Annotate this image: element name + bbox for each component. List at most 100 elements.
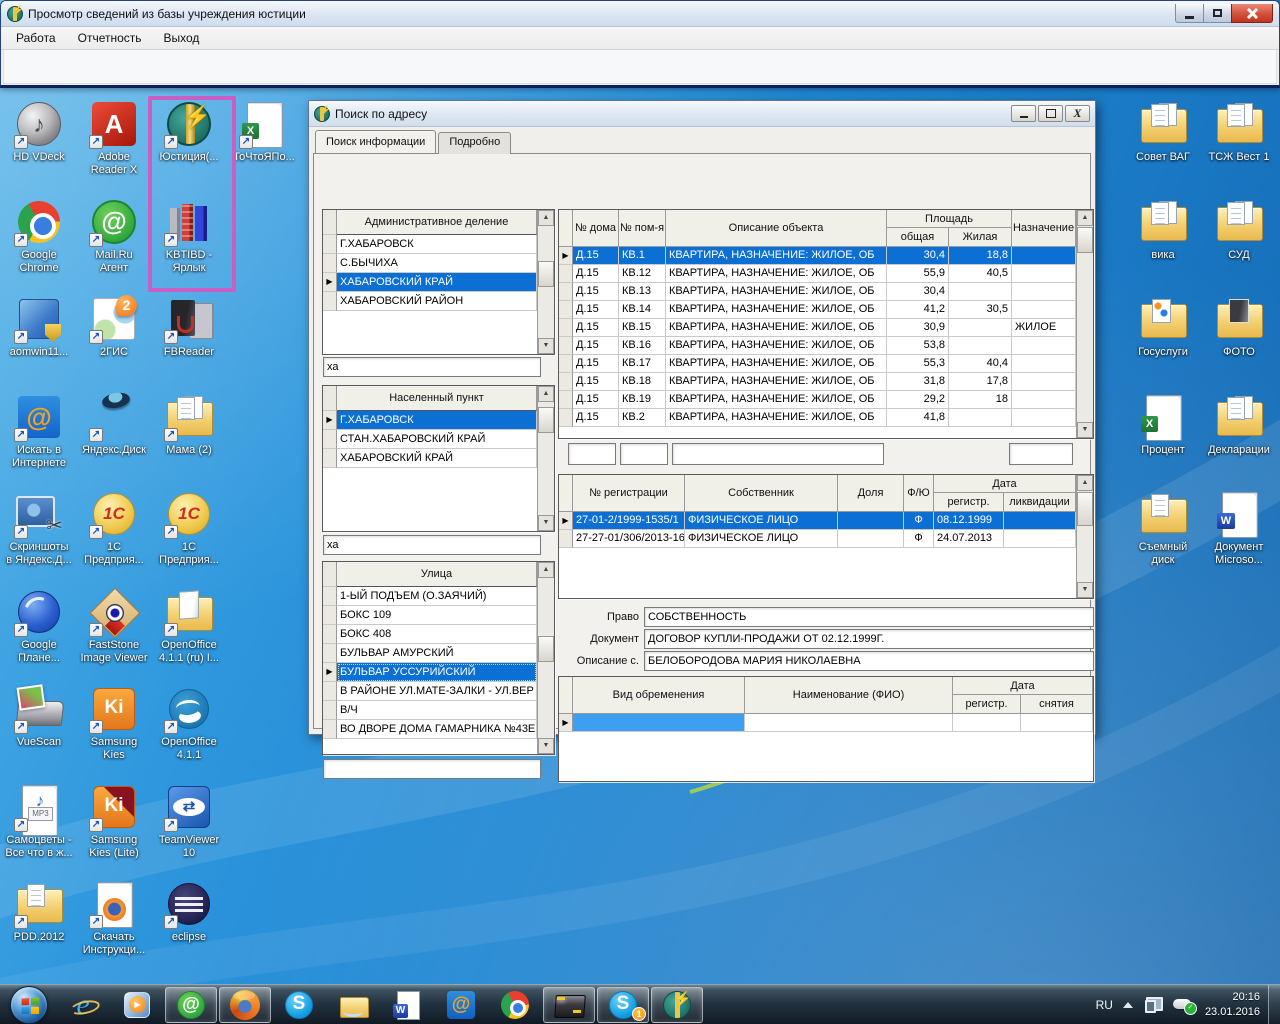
- object-row[interactable]: Д.15КВ.17КВАРТИРА, НАЗНАЧЕНИЕ: ЖИЛОЕ, ОБ…: [559, 355, 1076, 373]
- dialog-maximize-button[interactable]: [1038, 105, 1063, 122]
- list-row[interactable]: В РАЙОНЕ УЛ.МАТЕ-ЗАЛКИ - УЛ.ВЕР: [323, 682, 537, 701]
- maximize-button[interactable]: [1203, 4, 1232, 23]
- admin-division-scrollbar[interactable]: ▲▼: [537, 210, 554, 354]
- object-row[interactable]: Д.15КВ.15КВАРТИРА, НАЗНАЧЕНИЕ: ЖИЛОЕ, ОБ…: [559, 319, 1076, 337]
- list-row[interactable]: С.БЫЧИХА: [323, 254, 537, 273]
- street-scrollbar[interactable]: ▲▼: [537, 562, 554, 754]
- desktop-icon[interactable]: Яндекс.Диск: [77, 393, 151, 457]
- list-row[interactable]: ХАБАРОВСКИЙ КРАЙ: [323, 449, 537, 468]
- taskbar-justice[interactable]: [651, 987, 703, 1023]
- scroll-up-icon[interactable]: ▲: [1077, 210, 1093, 226]
- list-row[interactable]: Г.ХАБАРОВСК: [323, 235, 537, 254]
- objects-scrollbar[interactable]: ▲▼: [1076, 210, 1093, 438]
- list-row[interactable]: БОКС 109: [323, 606, 537, 625]
- object-row[interactable]: Д.15КВ.16КВАРТИРА, НАЗНАЧЕНИЕ: ЖИЛОЕ, ОБ…: [559, 337, 1076, 355]
- settlement-scrollbar[interactable]: ▲▼: [537, 386, 554, 531]
- desktop-icon[interactable]: Совет ВАГ: [1126, 100, 1200, 164]
- scrollbar-thumb[interactable]: [538, 407, 554, 433]
- scroll-up-icon[interactable]: ▲: [538, 562, 554, 578]
- field-value[interactable]: ДОГОВОР КУПЛИ-ПРОДАЖИ ОТ 02.12.1999Г.: [644, 629, 1094, 649]
- registration-row[interactable]: ▶27-01-2/1999-1535/1ФИЗИЧЕСКОЕ ЛИЦОФ08.1…: [559, 512, 1076, 530]
- desktop-icon[interactable]: eclipse: [152, 880, 226, 944]
- taskbar-wmp[interactable]: [111, 987, 163, 1023]
- close-button[interactable]: [1231, 4, 1273, 23]
- list-row[interactable]: БУЛЬВАР АМУРСКИЙ: [323, 644, 537, 663]
- taskbar-word[interactable]: [381, 987, 433, 1023]
- desktop-icon[interactable]: aomwin11...: [2, 295, 76, 359]
- menu-item-1[interactable]: Отчетность: [67, 28, 153, 48]
- desktop-icon[interactable]: Госуслуги: [1126, 295, 1200, 359]
- house-filter-input[interactable]: [568, 443, 616, 465]
- taskbar-explorer[interactable]: [327, 987, 379, 1023]
- desktop-icon[interactable]: Документ Microso...: [1202, 490, 1276, 567]
- desktop-icon[interactable]: вика: [1126, 198, 1200, 262]
- list-row[interactable]: СТАН.ХАБАРОВСКИЙ КРАЙ: [323, 430, 537, 449]
- minimize-button[interactable]: [1175, 4, 1204, 23]
- tray-expand-icon[interactable]: [1123, 1002, 1133, 1008]
- list-row[interactable]: БОКС 408: [323, 625, 537, 644]
- desktop-icon[interactable]: PDD.2012: [2, 880, 76, 944]
- desktop-icon[interactable]: 1С Предприя...: [152, 490, 226, 567]
- scroll-down-icon[interactable]: ▼: [538, 515, 554, 531]
- desktop-icon[interactable]: FBReader: [152, 295, 226, 359]
- object-row[interactable]: Д.15КВ.19КВАРТИРА, НАЗНАЧЕНИЕ: ЖИЛОЕ, ОБ…: [559, 391, 1076, 409]
- desktop-icon[interactable]: Google Chrome: [2, 198, 76, 275]
- desktop-icon[interactable]: 2ГИС: [77, 295, 151, 359]
- taskbar-skype-notify[interactable]: 1: [597, 987, 649, 1023]
- show-desktop-button[interactable]: [1268, 985, 1280, 1024]
- list-row[interactable]: ▶ХАБАРОВСКИЙ КРАЙ: [323, 273, 537, 292]
- scrollbar-thumb[interactable]: [1077, 492, 1093, 526]
- list-row[interactable]: ▶Г.ХАБАРОВСК: [323, 411, 537, 430]
- clock[interactable]: 20:16 23.01.2016: [1205, 990, 1260, 1020]
- registration-row[interactable]: 27-27-01/306/2013-16ФИЗИЧЕСКОЕ ЛИЦОФ24.0…: [559, 530, 1076, 548]
- taskbar-mailru[interactable]: [435, 987, 487, 1023]
- encumbrance-row[interactable]: ▶: [559, 714, 1093, 732]
- desktop-icon[interactable]: ТСЖ Вест 1: [1202, 100, 1276, 164]
- purpose-filter-input[interactable]: [1009, 443, 1073, 465]
- desktop-icon[interactable]: Mail.Ru Агент: [77, 198, 151, 275]
- taskbar-firefox[interactable]: [219, 987, 271, 1023]
- desktop-icon[interactable]: Съемный диск: [1126, 490, 1200, 567]
- object-row[interactable]: Д.15КВ.12КВАРТИРА, НАЗНАЧЕНИЕ: ЖИЛОЕ, ОБ…: [559, 265, 1076, 283]
- scroll-down-icon[interactable]: ▼: [1077, 422, 1093, 438]
- field-value[interactable]: БЕЛОБОРОДОВА МАРИЯ НИКОЛАЕВНА: [644, 651, 1094, 671]
- field-value[interactable]: СОБСТВЕННОСТЬ: [644, 607, 1094, 627]
- desktop-icon[interactable]: HD VDeck: [2, 100, 76, 164]
- desktop-icon[interactable]: Samsung Kies: [77, 685, 151, 762]
- list-row[interactable]: ВО ДВОРЕ ДОМА ГАМАРНИКА №43Е: [323, 720, 537, 739]
- dialog-close-button[interactable]: [1065, 105, 1090, 122]
- desktop-icon[interactable]: OpenOffice 4.1.1: [152, 685, 226, 762]
- cloud-sync-icon[interactable]: [1173, 997, 1195, 1013]
- desktop-icon[interactable]: СУД: [1202, 198, 1276, 262]
- dialog-minimize-button[interactable]: [1011, 105, 1036, 122]
- desktop-icon[interactable]: 1С Предприя...: [77, 490, 151, 567]
- desktop-icon[interactable]: OpenOffice 4.1.1 (ru) I...: [152, 588, 226, 665]
- scroll-down-icon[interactable]: ▼: [538, 738, 554, 754]
- start-button[interactable]: [10, 986, 48, 1024]
- desktop-icon[interactable]: Искать в Интернете: [2, 393, 76, 470]
- scroll-up-icon[interactable]: ▲: [538, 386, 554, 402]
- desktop-icon[interactable]: FastStone Image Viewer: [77, 588, 151, 665]
- scrollbar-thumb[interactable]: [538, 636, 554, 662]
- scroll-down-icon[interactable]: ▼: [538, 338, 554, 354]
- admin-division-filter-input[interactable]: [323, 357, 541, 377]
- desktop-icon[interactable]: Samsung Kies (Lite): [77, 783, 151, 860]
- desktop-icon[interactable]: Google Плане...: [2, 588, 76, 665]
- object-row[interactable]: ▶Д.15КВ.1КВАРТИРА, НАЗНАЧЕНИЕ: ЖИЛОЕ, ОБ…: [559, 247, 1076, 265]
- desktop-icon[interactable]: Скриншоты в Яндекс.Д...: [2, 490, 76, 567]
- object-row[interactable]: Д.15КВ.2КВАРТИРА, НАЗНАЧЕНИЕ: ЖИЛОЕ, ОБ4…: [559, 409, 1076, 427]
- settlement-filter-input[interactable]: [323, 535, 541, 555]
- taskbar-chrome[interactable]: [489, 987, 541, 1023]
- scrollbar-thumb[interactable]: [538, 261, 554, 287]
- scroll-up-icon[interactable]: ▲: [1077, 475, 1093, 491]
- desktop-icon[interactable]: Декларации: [1202, 393, 1276, 457]
- taskbar-scanner[interactable]: [543, 987, 595, 1023]
- street-filter-input[interactable]: [323, 759, 541, 779]
- object-row[interactable]: Д.15КВ.18КВАРТИРА, НАЗНАЧЕНИЕ: ЖИЛОЕ, ОБ…: [559, 373, 1076, 391]
- desktop-icon[interactable]: ФОТО: [1202, 295, 1276, 359]
- dialog-titlebar[interactable]: Поиск по адресу: [309, 101, 1095, 127]
- scroll-up-icon[interactable]: ▲: [538, 210, 554, 226]
- desktop-icon[interactable]: Мама (2): [152, 393, 226, 457]
- tab-0[interactable]: Поиск информации: [315, 130, 436, 153]
- desktop-icon[interactable]: Процент: [1126, 393, 1200, 457]
